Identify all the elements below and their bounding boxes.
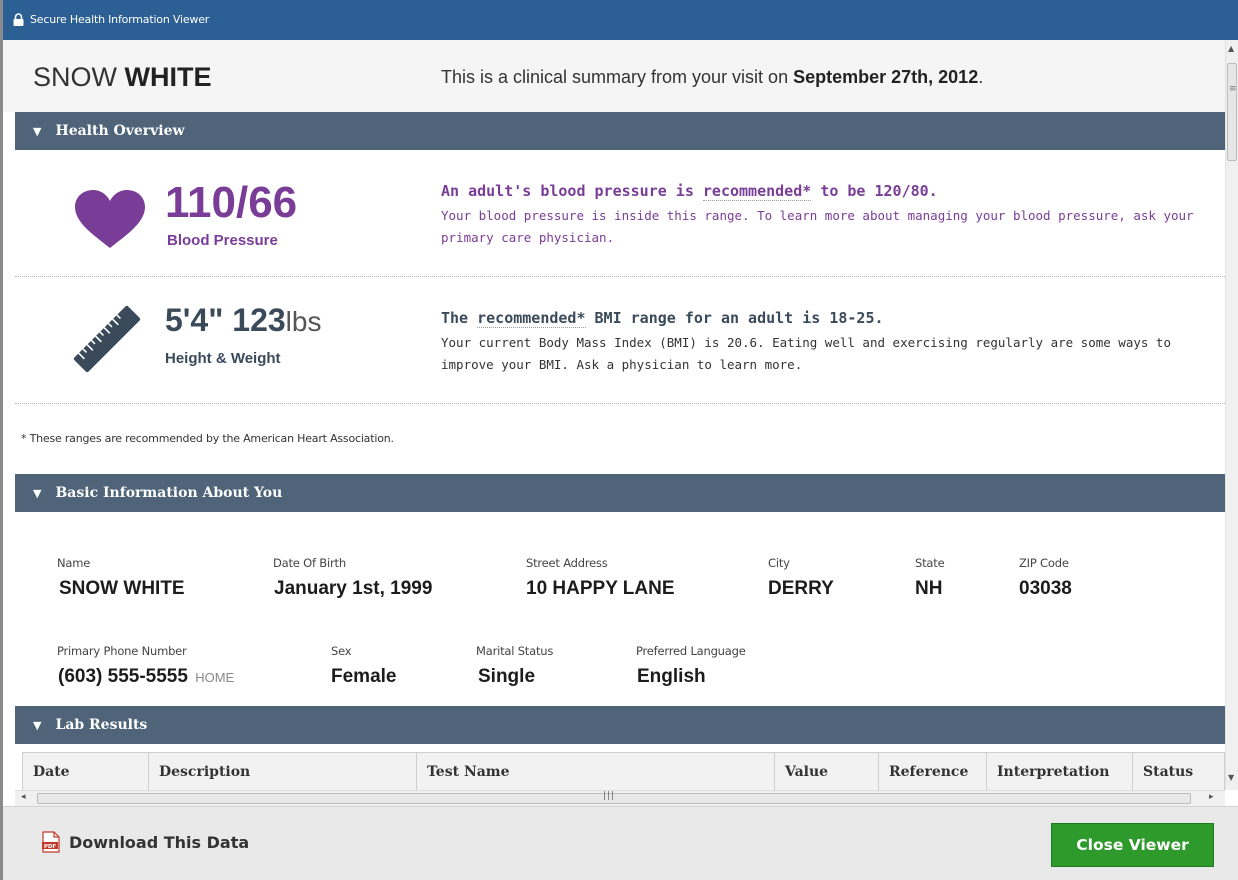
- column-header[interactable]: Interpretation: [987, 753, 1133, 790]
- dob-label: Date Of Birth: [273, 556, 346, 570]
- height-weight-label: Height & Weight: [165, 350, 281, 367]
- zip-value: 03038: [1019, 578, 1072, 599]
- section-title: Health Overview: [55, 123, 185, 139]
- section-basic-information[interactable]: ▼ Basic Information About You: [15, 474, 1225, 512]
- vertical-scroll-thumb[interactable]: [1227, 63, 1237, 161]
- scroll-up-arrow-icon[interactable]: ▲: [1228, 44, 1234, 53]
- patient-last-name: WHITE: [124, 62, 212, 92]
- scroll-grip-icon: ≡: [1229, 84, 1237, 94]
- height-weight-value: 5'4" 123lbs: [165, 302, 321, 339]
- phone-value: (603) 555-5555 HOME: [58, 666, 234, 688]
- vertical-scrollbar[interactable]: ▲ ≡ ▼: [1225, 40, 1238, 790]
- footer-bar: PDF Download This Data Close Viewer: [3, 806, 1238, 880]
- section-title: Basic Information About You: [55, 485, 283, 501]
- bmi-recommendation: The recommended* BMI range for an adult …: [441, 309, 884, 328]
- viewer-window: Secure Health Information Viewer SNOW WH…: [0, 0, 1238, 880]
- sex-value: Female: [331, 666, 397, 687]
- zip-label: ZIP Code: [1019, 556, 1069, 570]
- bp-rec-suffix: to be 120/80.: [820, 182, 938, 200]
- bp-rec-prefix: An adult's blood pressure is: [441, 182, 694, 200]
- blood-pressure-detail: Your blood pressure is inside this range…: [441, 208, 1194, 245]
- visit-summary: This is a clinical summary from your vis…: [441, 67, 983, 88]
- bmi-recommended-link[interactable]: recommended*: [477, 309, 586, 328]
- state-label: State: [915, 556, 945, 570]
- window-title-text: Secure Health Information Viewer: [30, 12, 210, 26]
- horizontal-scrollbar[interactable]: ◂ ||| ▸: [15, 790, 1225, 806]
- collapse-triangle-icon[interactable]: ▼: [33, 719, 41, 732]
- marital-label: Marital Status: [476, 644, 554, 658]
- city-label: City: [768, 556, 790, 570]
- bmi-detail: Your current Body Mass Index (BMI) is 20…: [441, 335, 1171, 372]
- marital-value: Single: [478, 666, 536, 687]
- scroll-down-arrow-icon[interactable]: ▼: [1228, 773, 1234, 782]
- column-header[interactable]: Status: [1133, 753, 1213, 790]
- weight-unit: lbs: [285, 306, 322, 337]
- state-value: NH: [915, 578, 943, 599]
- column-header[interactable]: Value: [775, 753, 879, 790]
- download-data-link[interactable]: PDF Download This Data: [41, 831, 249, 853]
- height-value: 5'4": [165, 302, 224, 338]
- summary-header: SNOW WHITE This is a clinical summary fr…: [3, 40, 1225, 112]
- phone-type: HOME: [195, 670, 235, 685]
- blood-pressure-recommendation: An adult's blood pressure is recommended…: [441, 182, 938, 201]
- name-value: SNOW WHITE: [59, 578, 185, 599]
- blood-pressure-row: 110/66 Blood Pressure An adult's blood p…: [15, 150, 1225, 277]
- lab-results-table-header: Date Description Test Name Value Referen…: [22, 752, 1225, 790]
- download-label: Download This Data: [69, 832, 250, 852]
- address-value: 10 HAPPY LANE: [526, 578, 675, 599]
- scroll-grip-icon: |||: [603, 791, 616, 801]
- summary-suffix: .: [978, 67, 984, 87]
- phone-label: Primary Phone Number: [57, 644, 187, 658]
- visit-date: September 27th, 2012: [793, 67, 979, 87]
- bmi-rec-prefix: The: [441, 309, 469, 327]
- address-label: Street Address: [526, 556, 608, 570]
- svg-text:PDF: PDF: [44, 844, 57, 850]
- ruler-icon: [73, 305, 141, 373]
- heart-icon: [75, 190, 145, 248]
- summary-prefix: This is a clinical summary from your vis…: [441, 67, 789, 87]
- lock-icon: [13, 12, 24, 26]
- section-health-overview[interactable]: ▼ Health Overview: [15, 112, 1225, 150]
- close-viewer-button[interactable]: Close Viewer: [1051, 823, 1214, 867]
- pdf-icon: PDF: [42, 831, 60, 853]
- phone-number: (603) 555-5555: [58, 666, 188, 687]
- language-label: Preferred Language: [636, 644, 746, 658]
- column-header[interactable]: Test Name: [417, 753, 775, 790]
- blood-pressure-label: Blood Pressure: [167, 232, 278, 249]
- blood-pressure-value: 110/66: [165, 178, 298, 227]
- city-value: DERRY: [768, 578, 834, 599]
- patient-first-name: SNOW: [33, 62, 117, 92]
- collapse-triangle-icon[interactable]: ▼: [33, 125, 41, 138]
- section-title: Lab Results: [55, 717, 148, 733]
- dob-value: January 1st, 1999: [274, 578, 433, 599]
- column-header[interactable]: Date: [23, 753, 149, 790]
- sex-label: Sex: [331, 644, 352, 658]
- weight-value: 123: [232, 302, 286, 338]
- column-header[interactable]: Description: [149, 753, 417, 790]
- content-area: SNOW WHITE This is a clinical summary fr…: [3, 40, 1225, 790]
- scroll-left-arrow-icon[interactable]: ◂: [21, 792, 26, 802]
- scroll-right-arrow-icon[interactable]: ▸: [1209, 792, 1214, 802]
- column-header[interactable]: Reference: [879, 753, 987, 790]
- collapse-triangle-icon[interactable]: ▼: [33, 487, 41, 500]
- section-lab-results[interactable]: ▼ Lab Results: [15, 706, 1225, 744]
- patient-name: SNOW WHITE: [33, 62, 212, 93]
- name-label: Name: [57, 556, 91, 570]
- bp-recommended-link[interactable]: recommended*: [702, 182, 812, 201]
- language-value: English: [637, 666, 706, 687]
- bmi-rec-suffix: BMI range for an adult is 18-25.: [594, 309, 884, 327]
- window-title: Secure Health Information Viewer: [13, 8, 209, 30]
- height-weight-row: 5'4" 123lbs Height & Weight The recommen…: [15, 277, 1225, 404]
- footnote: * These ranges are recommended by the Am…: [21, 432, 394, 445]
- title-bar: Secure Health Information Viewer: [3, 0, 1238, 40]
